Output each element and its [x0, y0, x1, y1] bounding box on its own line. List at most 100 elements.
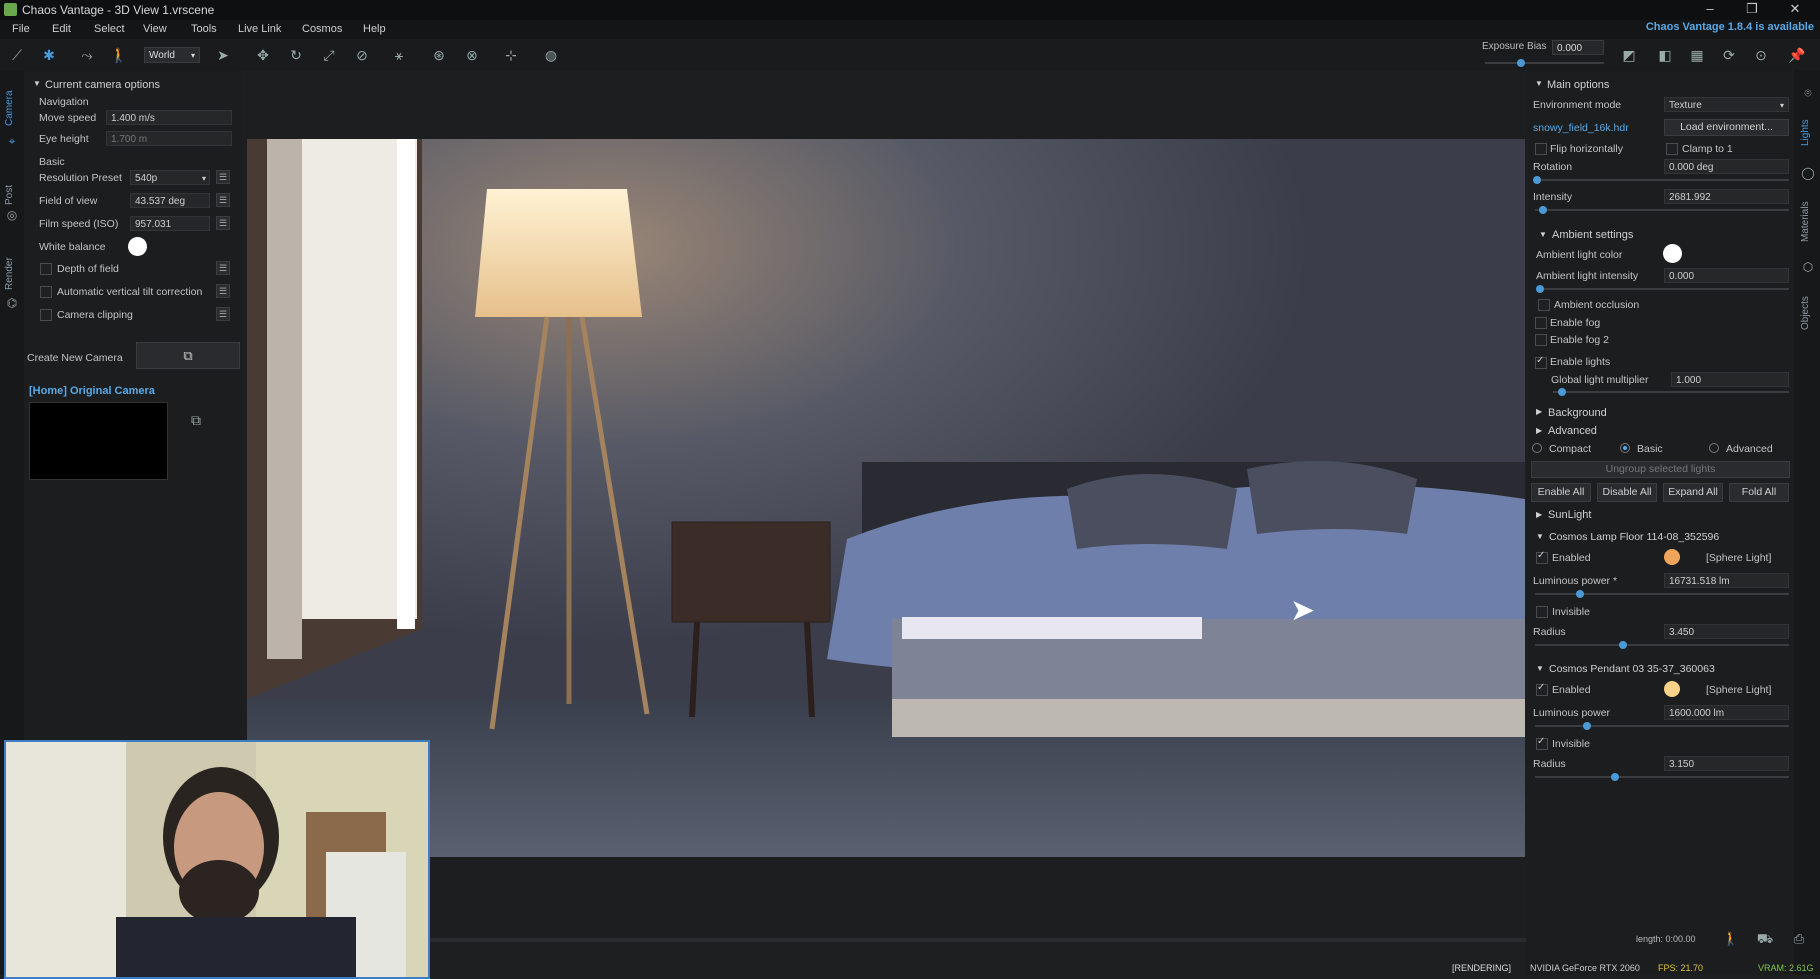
clipping-list-icon[interactable]: ☰	[216, 307, 230, 321]
refresh-render-icon[interactable]: ⟳	[1720, 46, 1738, 64]
ambient-settings-header[interactable]: Ambient settings	[1552, 229, 1633, 241]
advanced-arrow-icon[interactable]: ▶	[1536, 426, 1542, 435]
ambient-color-swatch[interactable]	[1663, 244, 1682, 263]
enable-lights-checkbox[interactable]	[1535, 355, 1547, 369]
rotate-icon[interactable]: ↻	[287, 46, 305, 64]
menu-edit[interactable]: Edit	[52, 23, 71, 35]
background-header[interactable]: Background	[1548, 407, 1607, 419]
light1-radius-input[interactable]: 3.450	[1664, 624, 1789, 639]
expand-all-button[interactable]: Expand All	[1663, 483, 1723, 502]
light1-name[interactable]: Cosmos Lamp Floor 114-08_352596	[1549, 531, 1719, 543]
camera-thumbnail[interactable]	[29, 402, 168, 480]
camera-options-header[interactable]: Current camera options	[45, 79, 160, 91]
fly-mode-icon[interactable]: ✱	[40, 46, 58, 64]
menu-cosmos[interactable]: Cosmos	[302, 23, 342, 35]
menu-live-link[interactable]: Live Link	[238, 23, 281, 35]
fov-list-icon[interactable]: ☰	[216, 193, 230, 207]
minimize-button[interactable]: –	[1695, 1, 1725, 16]
menu-view[interactable]: View	[143, 23, 167, 35]
move-speed-input[interactable]: 1.400 m/s	[106, 110, 232, 125]
snap-icon[interactable]: ⚹	[390, 46, 408, 64]
tilt-list-icon[interactable]: ☰	[216, 284, 230, 298]
light2-radius-knob[interactable]	[1611, 773, 1619, 781]
select-arrow-icon[interactable]: ➤	[214, 46, 232, 64]
enable-all-button[interactable]: Enable All	[1531, 483, 1591, 502]
intensity-slider-knob[interactable]	[1539, 206, 1547, 214]
sunlight-arrow-icon[interactable]: ▶	[1536, 510, 1542, 519]
clipping-checkbox[interactable]	[40, 309, 52, 321]
main-options-header[interactable]: Main options	[1547, 79, 1609, 91]
hdr-file-link[interactable]: snowy_field_16k.hdr	[1533, 122, 1629, 134]
ambient-intensity-knob[interactable]	[1536, 285, 1544, 293]
light2-power-knob[interactable]	[1583, 722, 1591, 730]
light2-invisible-checkbox[interactable]	[1536, 736, 1548, 750]
rotation-slider-knob[interactable]	[1533, 176, 1541, 184]
render-view[interactable]	[247, 139, 1525, 857]
exposure-slider-knob[interactable]	[1516, 59, 1525, 67]
main-options-arrow-icon[interactable]: ▼	[1535, 79, 1543, 88]
maximize-button[interactable]: ❐	[1737, 1, 1767, 17]
palette-icon[interactable]: ◍	[542, 46, 560, 64]
collapse-arrow-icon[interactable]: ▼	[33, 79, 41, 88]
iso-list-icon[interactable]: ☰	[216, 216, 230, 230]
denoise-icon[interactable]: ⊙	[1752, 46, 1770, 64]
create-camera-button[interactable]: ⧉	[136, 342, 240, 369]
tab-post[interactable]: Post	[4, 175, 20, 205]
sunlight-header[interactable]: SunLight	[1548, 509, 1591, 521]
menu-tools[interactable]: Tools	[191, 23, 217, 35]
menu-help[interactable]: Help	[363, 23, 386, 35]
fog-checkbox[interactable]	[1535, 317, 1547, 329]
fold-all-button[interactable]: Fold All	[1729, 483, 1789, 502]
light1-invisible-checkbox[interactable]	[1536, 606, 1548, 618]
ambient-arrow-icon[interactable]: ▼	[1539, 230, 1547, 239]
resolution-list-icon[interactable]: ☰	[216, 170, 230, 184]
focus-icon[interactable]: ⊹	[502, 46, 520, 64]
env-mode-select[interactable]: Texture ▾	[1664, 97, 1789, 112]
original-camera-title[interactable]: [Home] Original Camera	[29, 385, 155, 397]
walkthrough-icon[interactable]: 🚶	[1722, 930, 1740, 948]
walk-mode-icon[interactable]: 🚶	[110, 46, 128, 64]
dof-list-icon[interactable]: ☰	[216, 261, 230, 275]
fov-input[interactable]: 43.537 deg	[130, 193, 210, 208]
camera-path-icon[interactable]: ⛟	[1756, 930, 1774, 948]
fog2-checkbox[interactable]	[1535, 334, 1547, 346]
global-multiplier-slider[interactable]	[1553, 391, 1789, 393]
orbit-icon[interactable]: ⤳	[78, 46, 96, 64]
rotation-input[interactable]: 0.000 deg	[1664, 159, 1789, 174]
light2-name[interactable]: Cosmos Pendant 03 35-37_360063	[1549, 663, 1715, 675]
camera-snapshot-icon[interactable]: ⧉	[187, 411, 205, 429]
global-multiplier-knob[interactable]	[1558, 388, 1566, 396]
global-multiplier-input[interactable]: 1.000	[1671, 372, 1789, 387]
light1-color-swatch[interactable]	[1664, 549, 1680, 565]
white-balance-swatch[interactable]	[128, 237, 147, 256]
advanced-header[interactable]: Advanced	[1548, 425, 1597, 437]
light2-radius-input[interactable]: 3.150	[1664, 756, 1789, 771]
exposure-input[interactable]: 0.000	[1552, 40, 1604, 55]
flip-checkbox[interactable]	[1535, 143, 1547, 155]
ungroup-lights-button[interactable]: Ungroup selected lights	[1531, 461, 1790, 478]
intensity-input[interactable]: 2681.992	[1664, 189, 1789, 204]
texture-icon[interactable]: ▦	[1688, 46, 1706, 64]
light2-arrow-icon[interactable]: ▼	[1536, 664, 1544, 673]
light1-arrow-icon[interactable]: ▼	[1536, 532, 1544, 541]
close-button[interactable]: ✕	[1780, 1, 1810, 17]
view-mode-advanced-radio[interactable]	[1709, 443, 1719, 453]
tab-camera[interactable]: Camera	[4, 82, 20, 126]
menu-select[interactable]: Select	[94, 23, 125, 35]
clamp-checkbox[interactable]	[1666, 143, 1678, 155]
background-arrow-icon[interactable]: ▶	[1536, 407, 1542, 416]
dof-checkbox[interactable]	[40, 263, 52, 275]
tab-objects[interactable]: Objects	[1800, 284, 1816, 330]
iso-input[interactable]: 957.031	[130, 216, 210, 231]
light2-power-input[interactable]: 1600.000 lm	[1664, 705, 1789, 720]
curves-icon[interactable]: ◩	[1620, 46, 1638, 64]
view-mode-basic-radio[interactable]	[1620, 443, 1630, 453]
render-output-icon[interactable]: ⎙	[1790, 930, 1808, 948]
tab-materials[interactable]: Materials	[1800, 190, 1816, 242]
space-select[interactable]: World ▾	[144, 47, 200, 63]
light1-power-input[interactable]: 16731.518 lm	[1664, 573, 1789, 588]
ambient-intensity-slider[interactable]	[1538, 288, 1789, 290]
light2-color-swatch[interactable]	[1664, 681, 1680, 697]
exposure-slider[interactable]	[1485, 62, 1604, 64]
tab-lights[interactable]: Lights	[1800, 108, 1816, 146]
